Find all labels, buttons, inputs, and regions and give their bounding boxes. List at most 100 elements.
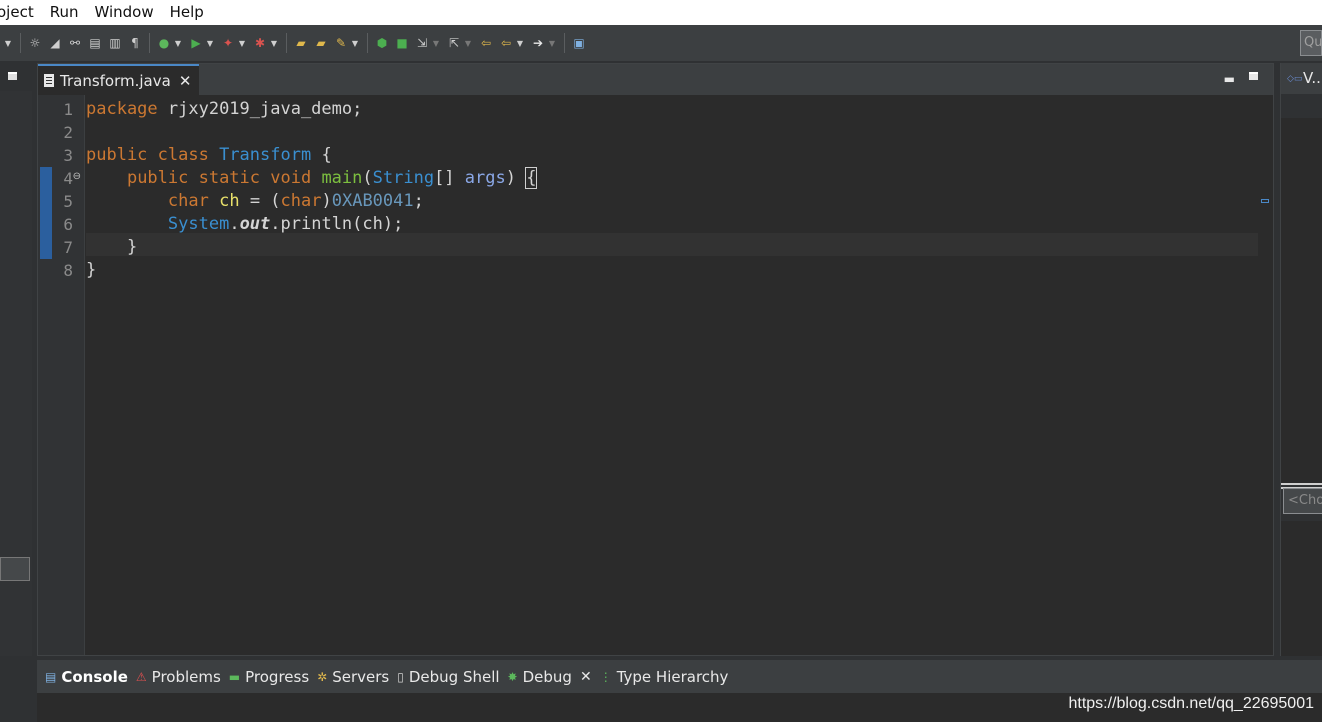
line-number: 5: [63, 192, 73, 211]
line-number: 3: [63, 146, 73, 165]
line-number: 7: [63, 238, 73, 257]
right-panel-content: [1281, 118, 1322, 483]
occurrence-marker[interactable]: [1261, 199, 1269, 203]
menu-bar: oject Run Window Help: [0, 0, 1322, 25]
keyword: char: [167, 191, 209, 211]
tab-transform-java[interactable]: Transform.java ✕: [38, 64, 200, 95]
keyword: public static void: [126, 168, 312, 188]
console-icon: ▤: [45, 669, 57, 684]
run-green-dropdown-icon[interactable]: ▼: [206, 35, 214, 51]
watermark: https://blog.csdn.net/qq_22695001: [1068, 695, 1314, 712]
overview-ruler-left: [38, 95, 52, 655]
next-dropdown-icon[interactable]: ▼: [548, 35, 556, 51]
type-name: String: [372, 168, 435, 188]
tab-label: Transform.java: [60, 71, 171, 90]
maximize-icon[interactable]: [1249, 72, 1258, 80]
coverage-icon[interactable]: ✱: [252, 35, 268, 51]
link-icon[interactable]: ⚯: [67, 35, 83, 51]
toolbar-separator: [20, 33, 21, 53]
line-number: 4: [63, 169, 73, 188]
coverage-dropdown-icon[interactable]: ▼: [270, 35, 278, 51]
open-type-icon[interactable]: ▰: [293, 35, 309, 51]
line-number: 6: [63, 215, 73, 234]
build-dropdown-icon[interactable]: ▼: [351, 35, 359, 51]
tab-debug-shell[interactable]: ▯ Debug Shell: [395, 660, 505, 693]
run-dropdown-icon[interactable]: ▼: [174, 35, 182, 51]
print-icon[interactable]: ▥: [107, 35, 123, 51]
class-name: System: [167, 214, 230, 234]
semicolon: ;: [413, 191, 424, 211]
menu-project[interactable]: oject: [0, 0, 42, 25]
step-over-icon[interactable]: ⇱: [446, 35, 462, 51]
open-folder-icon[interactable]: ▰: [313, 35, 329, 51]
choose-filter-input[interactable]: <Cho: [1283, 488, 1322, 514]
overview-ruler-right[interactable]: [1259, 95, 1273, 655]
tab-type-hierarchy[interactable]: ⋮ Type Hierarchy: [598, 660, 735, 693]
keyword: public class: [86, 145, 209, 165]
package-name: rjxy2019_java_demo;: [157, 99, 363, 119]
servers-icon: ✲: [317, 669, 328, 684]
menu-window[interactable]: Window: [86, 0, 161, 25]
right-panel-lower: [1281, 521, 1322, 656]
code-line-1: package rjxy2019_java_demo;: [86, 98, 362, 121]
bug-icon[interactable]: ⬢: [374, 35, 390, 51]
tab-servers[interactable]: ✲ Servers: [315, 660, 395, 693]
tab-label: Debug: [522, 667, 572, 686]
run-debug-dropdown-icon[interactable]: ▼: [238, 35, 246, 51]
step-over-dropdown-icon[interactable]: ▼: [464, 35, 472, 51]
step-into-dropdown-icon[interactable]: ▼: [432, 35, 440, 51]
quick-access-input[interactable]: Qu: [1300, 30, 1322, 56]
stop-icon[interactable]: ■: [394, 35, 410, 51]
tab-console[interactable]: ▤ Console: [43, 660, 134, 693]
local-variable: ch: [219, 191, 240, 211]
dropdown-icon[interactable]: ▼: [4, 35, 12, 51]
code-line-7: }: [86, 236, 137, 259]
problems-icon: ⚠: [135, 669, 147, 684]
forward-dropdown-icon[interactable]: ▼: [516, 35, 524, 51]
editor-body[interactable]: 1 2 3 4 ⊖ 5 6 7 8 package rjxy2019_java_…: [38, 95, 1273, 655]
paren: ): [321, 191, 332, 211]
tab-problems[interactable]: ⚠ Problems: [134, 660, 227, 693]
tab-debug[interactable]: ✸ Debug ✕: [506, 660, 598, 693]
line-number: 8: [63, 261, 73, 280]
right-panel-header[interactable]: ◇▭ V..: [1281, 63, 1322, 94]
tab-label: Servers: [332, 667, 390, 686]
current-line-highlight: [86, 233, 1258, 256]
run-icon[interactable]: ●: [156, 35, 172, 51]
debug-icon[interactable]: ☼: [27, 35, 43, 51]
parameter: args: [464, 168, 506, 188]
debug-shell-icon: ▯: [397, 669, 404, 684]
close-icon[interactable]: ✕: [580, 669, 592, 685]
minimize-icon[interactable]: ▬: [1224, 72, 1235, 86]
tab-progress[interactable]: ▬ Progress: [227, 660, 315, 693]
perspective-icon[interactable]: ▣: [571, 35, 587, 51]
menu-help[interactable]: Help: [162, 0, 212, 25]
left-panel-box[interactable]: [0, 557, 30, 581]
next-icon[interactable]: ➔: [530, 35, 546, 51]
step-into-icon[interactable]: ⇲: [414, 35, 430, 51]
brace: {: [311, 145, 332, 165]
maximize-icon[interactable]: [8, 72, 17, 80]
run-green-icon[interactable]: ▶: [188, 35, 204, 51]
pencil-icon[interactable]: ◢: [47, 35, 63, 51]
fold-icon[interactable]: ⊖: [73, 171, 81, 182]
toolbar-separator: [367, 33, 368, 53]
code-line-3: public class Transform {: [86, 144, 332, 167]
method-name: main: [321, 168, 363, 188]
close-icon[interactable]: ✕: [179, 72, 192, 90]
method-call: .println(ch);: [270, 214, 404, 234]
code-area[interactable]: package rjxy2019_java_demo; public class…: [86, 95, 1258, 655]
run-debug-icon[interactable]: ✦: [220, 35, 236, 51]
build-icon[interactable]: ✎: [333, 35, 349, 51]
menu-run[interactable]: Run: [42, 0, 87, 25]
pilcrow-icon[interactable]: ¶: [127, 35, 143, 51]
progress-icon: ▬: [228, 669, 241, 684]
brace: }: [86, 237, 138, 257]
save-all-icon[interactable]: ▤: [87, 35, 103, 51]
back-icon[interactable]: ⇦: [478, 35, 494, 51]
brace: }: [86, 260, 97, 280]
forward-icon[interactable]: ⇦: [498, 35, 514, 51]
